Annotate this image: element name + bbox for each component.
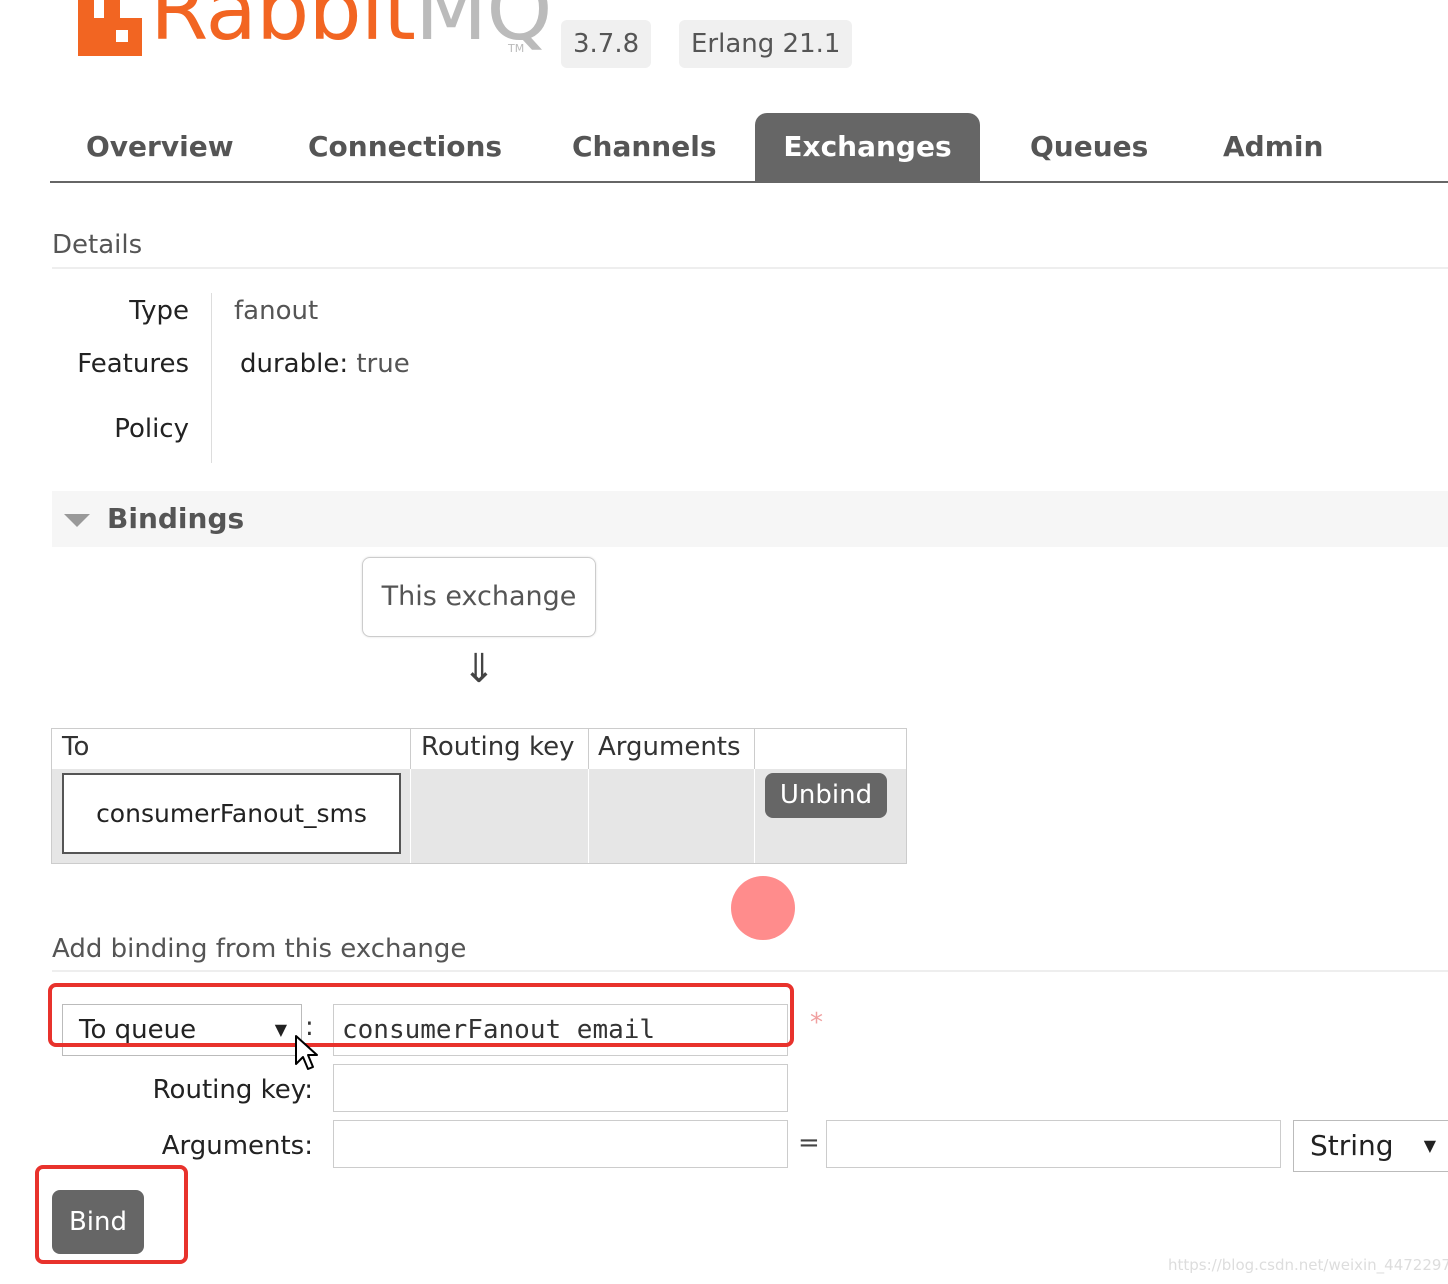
tab-channels[interactable]: Channels xyxy=(538,113,751,181)
type-label: Type xyxy=(129,296,189,326)
tab-admin[interactable]: Admin xyxy=(1189,113,1357,181)
argument-value-input[interactable] xyxy=(826,1120,1281,1168)
unbind-button[interactable]: Unbind xyxy=(765,773,887,818)
bindings-section-header[interactable] xyxy=(52,491,1448,547)
details-divider xyxy=(52,267,1448,269)
argument-type-value: String xyxy=(1310,1129,1394,1162)
highlight-box-destination xyxy=(48,983,794,1047)
column-header-arguments: Arguments xyxy=(598,732,741,762)
highlight-box-bind xyxy=(35,1165,188,1264)
tab-exchanges[interactable]: Exchanges xyxy=(755,113,980,181)
arguments-label: Arguments: xyxy=(161,1131,313,1161)
required-asterisk: * xyxy=(810,1008,823,1038)
durable-key: durable: xyxy=(240,349,349,379)
type-value: fanout xyxy=(234,296,319,326)
column-divider xyxy=(410,729,411,769)
tabs-underline xyxy=(50,181,1448,183)
durable-value: true xyxy=(356,349,410,379)
features-value: durable: true xyxy=(240,349,410,379)
details-separator xyxy=(211,293,212,463)
this-exchange-box: This exchange xyxy=(362,557,596,637)
details-heading[interactable]: Details xyxy=(52,230,142,260)
tab-overview[interactable]: Overview xyxy=(52,113,268,181)
watermark: https://blog.csdn.net/weixin_44722978 xyxy=(1168,1256,1448,1274)
column-header-routing-key: Routing key xyxy=(421,732,575,762)
rabbitmq-logo-icon xyxy=(78,0,142,56)
mouse-cursor-icon xyxy=(295,1035,318,1070)
binding-destination-queue[interactable]: consumerFanout_sms xyxy=(62,773,401,854)
policy-label: Policy xyxy=(114,414,189,444)
tab-connections[interactable]: Connections xyxy=(274,113,536,181)
equals-sign: = xyxy=(798,1128,820,1158)
features-label: Features xyxy=(77,349,189,379)
add-binding-divider xyxy=(52,970,1448,972)
argument-key-input[interactable] xyxy=(333,1120,788,1168)
collapse-triangle-icon[interactable] xyxy=(64,514,90,527)
column-divider xyxy=(410,769,411,863)
column-header-to: To xyxy=(62,732,90,762)
click-indicator xyxy=(731,876,795,940)
column-divider xyxy=(754,729,755,769)
routing-key-label: Routing key: xyxy=(152,1075,313,1105)
bindings-heading[interactable]: Bindings xyxy=(107,502,244,535)
column-divider xyxy=(588,729,589,769)
down-arrow-icon: ⇓ xyxy=(462,646,496,692)
column-divider xyxy=(754,769,755,863)
trademark-mark: TM xyxy=(508,42,525,55)
erlang-version-badge: Erlang 21.1 xyxy=(679,20,853,68)
routing-key-input[interactable] xyxy=(333,1064,788,1112)
tab-queues[interactable]: Queues xyxy=(996,113,1182,181)
argument-type-select[interactable]: String ▼ xyxy=(1293,1120,1448,1172)
logo-text: RabbitMQ xyxy=(150,0,553,59)
add-binding-heading: Add binding from this exchange xyxy=(52,934,467,964)
version-badge: 3.7.8 xyxy=(561,20,652,68)
column-divider xyxy=(588,769,589,863)
dropdown-arrow-icon: ▼ xyxy=(1423,1136,1436,1155)
